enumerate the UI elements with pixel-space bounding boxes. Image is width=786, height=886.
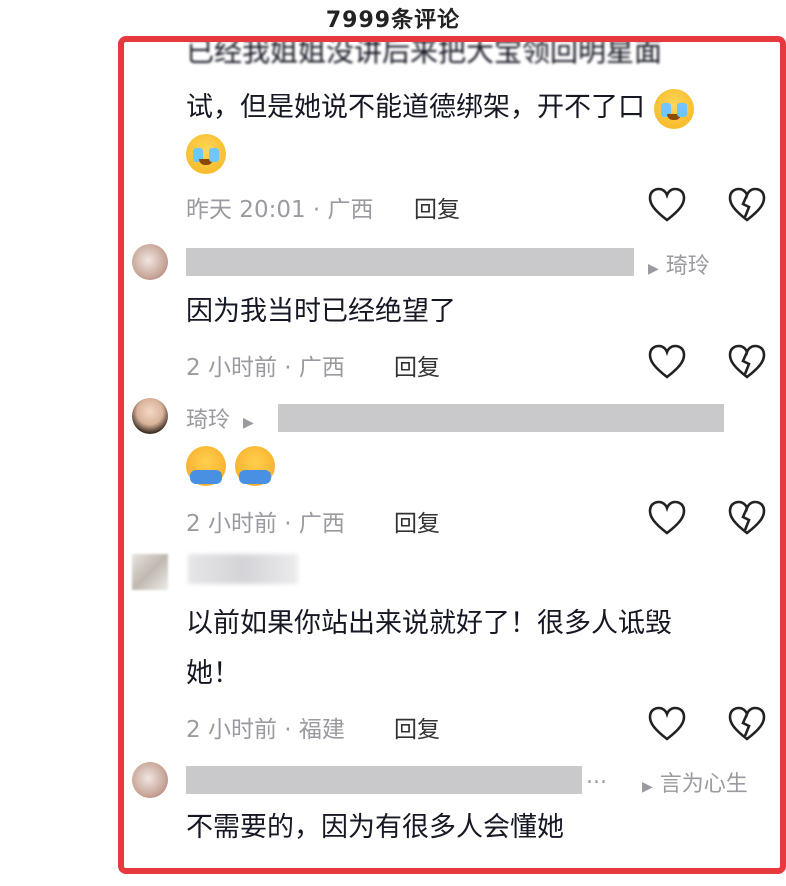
like-heart-icon[interactable] [648, 187, 686, 223]
blurred-username [186, 766, 582, 794]
reply-to-indicator: ▶ 琦玲 [648, 248, 710, 280]
triangle-right-icon: ▶ [642, 779, 653, 795]
hugging-face-icon [235, 446, 276, 486]
comment-2-time-location: 2 小时前 · 广西 [186, 355, 345, 381]
comment-1-text: 试，但是她说不能道德绑架，开不了口 [186, 84, 694, 132]
hugging-face-icon [186, 446, 226, 486]
blurred-username [186, 248, 634, 276]
dislike-broken-heart-icon[interactable] [728, 500, 766, 536]
like-heart-icon[interactable] [648, 706, 686, 742]
reply-to-indicator: ▶ 言为心生 [642, 766, 748, 798]
comment-1-emoji-row [186, 134, 226, 174]
comment-list-highlight-frame: 已经我姐姐没讲后来把大宝领回明星面 试，但是她说不能道德绑架，开不了口 昨天 2… [118, 36, 786, 874]
dislike-broken-heart-icon[interactable] [728, 344, 766, 380]
comment-1-cut-line: 已经我姐姐没讲后来把大宝领回明星面 [186, 36, 663, 66]
comment-3-username-row: 琦玲 ▶ [186, 402, 254, 434]
comment-2-text: 因为我当时已经绝望了 [186, 296, 456, 327]
comment-3-reply-button[interactable]: 回复 [394, 504, 440, 538]
loudly-crying-face-icon [653, 88, 694, 129]
avatar[interactable] [132, 554, 168, 590]
username-ellipsis: ... [586, 764, 607, 789]
dislike-broken-heart-icon[interactable] [728, 187, 766, 223]
comment-5-text: 不需要的，因为有很多人会懂她 [186, 812, 564, 843]
like-heart-icon[interactable] [648, 344, 686, 380]
comment-4-text-line1: 以前如果你站出来说就好了！很多人诋毁 [186, 608, 672, 639]
comment-1-text-content: 试，但是她说不能道德绑架，开不了口 [186, 92, 645, 123]
comment-1-time-location: 昨天 20:01 · 广西 [186, 197, 374, 223]
triangle-right-icon: ▶ [648, 261, 659, 277]
like-heart-icon[interactable] [648, 500, 686, 536]
comment-1-reply-button[interactable]: 回复 [414, 190, 460, 224]
avatar[interactable] [132, 244, 168, 280]
comment-3-emoji-row [186, 446, 276, 486]
avatar[interactable] [132, 398, 168, 434]
blurred-reply-target [278, 404, 724, 432]
reply-to-username[interactable]: 言为心生 [660, 772, 748, 797]
comment-5-time-location: 2 小时前 · 广西 [186, 864, 345, 868]
comment-2-reply-button[interactable]: 回复 [394, 348, 440, 382]
triangle-right-icon: ▶ [243, 415, 254, 431]
blurred-username [188, 554, 298, 584]
dislike-broken-heart-icon[interactable] [728, 706, 766, 742]
comment-count-title: 7999条评论 [325, 8, 461, 33]
reply-to-username[interactable]: 琦玲 [666, 254, 710, 279]
comment-4-text-line2: 她！ [186, 658, 240, 689]
username[interactable]: 琦玲 [186, 408, 230, 433]
comment-4-reply-button[interactable]: 回复 [394, 710, 440, 744]
comment-3-time-location: 2 小时前 · 广西 [186, 511, 345, 537]
loudly-crying-face-icon [186, 134, 226, 174]
avatar[interactable] [132, 762, 168, 798]
comment-5-reply-button[interactable]: 回复 [394, 864, 440, 868]
comment-4-time-location: 2 小时前 · 福建 [186, 717, 345, 743]
